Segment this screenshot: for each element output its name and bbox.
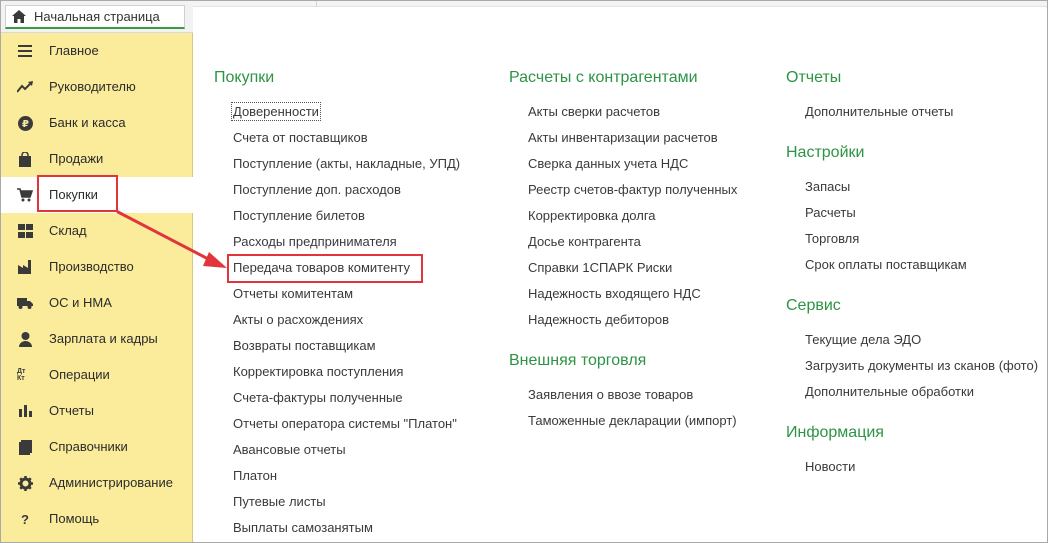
- main-panel: Покупки Доверенности Счета от поставщико…: [194, 8, 1047, 542]
- sidebar-item-label: Покупки: [49, 187, 98, 202]
- sidebar-item-sales[interactable]: Продажи: [1, 141, 193, 177]
- link-settings[interactable]: Запасы: [805, 179, 850, 194]
- link-purchases[interactable]: Доверенности: [231, 102, 321, 121]
- sidebar-item-production[interactable]: Производство: [1, 249, 193, 285]
- question-icon: ?: [21, 511, 29, 527]
- sidebar-item-bank[interactable]: ₽ Банк и касса: [1, 105, 193, 141]
- sidebar-item-help[interactable]: ? Помощь: [1, 501, 193, 537]
- link-purchases[interactable]: Авансовые отчеты: [233, 442, 346, 457]
- link-settlements[interactable]: Справки 1СПАРК Риски: [528, 260, 672, 275]
- link-purchases[interactable]: Выплаты самозанятым: [233, 520, 373, 535]
- link-foreign-trade[interactable]: Таможенные декларации (импорт): [528, 413, 737, 428]
- section-title-settings: Настройки: [786, 144, 865, 161]
- section-title-reports: Отчеты: [786, 69, 842, 86]
- sidebar-item-label: Администрирование: [49, 475, 173, 490]
- link-transfer-to-consignor[interactable]: Передача товаров комитенту: [233, 260, 410, 275]
- link-purchases[interactable]: Поступление доп. расходов: [233, 182, 401, 197]
- link-purchases[interactable]: Возвраты поставщикам: [233, 338, 376, 353]
- link-purchases[interactable]: Расходы предпринимателя: [233, 234, 397, 249]
- link-settings[interactable]: Торговля: [805, 231, 859, 246]
- shopping-bag-icon: [17, 151, 33, 167]
- sidebar-item-purchases[interactable]: Покупки: [1, 177, 193, 213]
- link-purchases[interactable]: Акты о расхождениях: [233, 312, 363, 327]
- link-purchases[interactable]: Счета-фактуры полученные: [233, 390, 403, 405]
- link-settlements[interactable]: Корректировка долга: [528, 208, 656, 223]
- truck-icon: [17, 295, 33, 311]
- link-settlements[interactable]: Акты сверки расчетов: [528, 104, 660, 119]
- warehouse-boxes-icon: [17, 223, 33, 239]
- link-settlements[interactable]: Досье контрагента: [528, 234, 641, 249]
- link-foreign-trade[interactable]: Заявления о ввозе товаров: [528, 387, 693, 402]
- link-settlements[interactable]: Реестр счетов-фактур полученных: [528, 182, 737, 197]
- tab-home-page[interactable]: Начальная страница: [5, 5, 185, 29]
- link-service[interactable]: Загрузить документы из сканов (фото): [805, 358, 1038, 373]
- link-service[interactable]: Текущие дела ЭДО: [805, 332, 921, 347]
- tab-bar: Начальная страница: [1, 1, 193, 33]
- sidebar-item-salary[interactable]: Зарплата и кадры: [1, 321, 193, 357]
- sidebar-item-label: Банк и касса: [49, 115, 126, 130]
- gear-icon: [17, 475, 33, 491]
- home-icon: [12, 10, 26, 24]
- sidebar-item-label: Зарплата и кадры: [49, 331, 158, 346]
- factory-icon: [17, 259, 33, 275]
- sidebar-item-label: Помощь: [49, 511, 100, 526]
- sidebar-item-fixed-assets[interactable]: ОС и НМА: [1, 285, 193, 321]
- sidebar-item-admin[interactable]: Администрирование: [1, 465, 193, 501]
- sidebar-item-label: ОС и НМА: [49, 295, 112, 310]
- sidebar-item-manager[interactable]: Руководителю: [1, 69, 193, 105]
- link-purchases[interactable]: Счета от поставщиков: [233, 130, 368, 145]
- sidebar-item-warehouse[interactable]: Склад: [1, 213, 193, 249]
- link-purchases[interactable]: Платон: [233, 468, 277, 483]
- link-purchases[interactable]: Отчеты оператора системы "Платон": [233, 416, 457, 431]
- link-purchases[interactable]: Поступление (акты, накладные, УПД): [233, 156, 460, 171]
- link-purchases[interactable]: Поступление билетов: [233, 208, 365, 223]
- sidebar-item-label: Справочники: [49, 439, 128, 454]
- link-settlements[interactable]: Акты инвентаризации расчетов: [528, 130, 718, 145]
- section-title-service: Сервис: [786, 297, 841, 314]
- section-title-info: Информация: [786, 424, 884, 441]
- sidebar-item-label: Главное: [49, 43, 99, 58]
- link-info[interactable]: Новости: [805, 459, 855, 474]
- sidebar-item-label: Продажи: [49, 151, 104, 166]
- link-settings[interactable]: Расчеты: [805, 205, 856, 220]
- link-settlements[interactable]: Надежность дебиторов: [528, 312, 669, 327]
- tab-home-label: Начальная страница: [34, 9, 160, 24]
- sidebar-item-label: Производство: [49, 259, 134, 274]
- sidebar-item-operations[interactable]: Дт Кт Операции: [1, 357, 193, 393]
- sidebar-item-directories[interactable]: Справочники: [1, 429, 193, 465]
- section-title-foreign-trade: Внешняя торговля: [509, 352, 647, 369]
- link-settings[interactable]: Срок оплаты поставщикам: [805, 257, 967, 272]
- section-title-purchases: Покупки: [214, 69, 275, 86]
- link-purchases[interactable]: Корректировка поступления: [233, 364, 403, 379]
- ruble-coin-icon: ₽: [17, 115, 33, 131]
- person-icon: [17, 331, 33, 347]
- bar-chart-icon: [17, 403, 33, 419]
- cart-icon: [17, 187, 33, 203]
- link-purchases[interactable]: Путевые листы: [233, 494, 326, 509]
- link-settlements[interactable]: Сверка данных учета НДС: [528, 156, 688, 171]
- sidebar-item-label: Склад: [49, 223, 87, 238]
- sidebar-item-reports[interactable]: Отчеты: [1, 393, 193, 429]
- link-settlements[interactable]: Надежность входящего НДС: [528, 286, 701, 301]
- link-reports[interactable]: Дополнительные отчеты: [805, 104, 953, 119]
- link-service[interactable]: Дополнительные обработки: [805, 384, 974, 399]
- sidebar-item-label: Операции: [49, 367, 110, 382]
- sidebar: Главное Руководителю ₽ Банк и касса Прод…: [1, 33, 193, 542]
- trend-up-icon: [17, 79, 33, 95]
- link-purchases[interactable]: Отчеты комитентам: [233, 286, 353, 301]
- section-title-settlements: Расчеты с контрагентами: [509, 69, 698, 86]
- top-strip: [193, 1, 1047, 7]
- svg-text:₽: ₽: [22, 119, 29, 130]
- debit-credit-icon: Дт Кт: [17, 368, 26, 382]
- sidebar-item-label: Отчеты: [49, 403, 94, 418]
- menu-lines-icon: [17, 43, 33, 59]
- book-icon: [17, 439, 33, 455]
- sidebar-item-label: Руководителю: [49, 79, 136, 94]
- sidebar-item-main[interactable]: Главное: [1, 33, 193, 69]
